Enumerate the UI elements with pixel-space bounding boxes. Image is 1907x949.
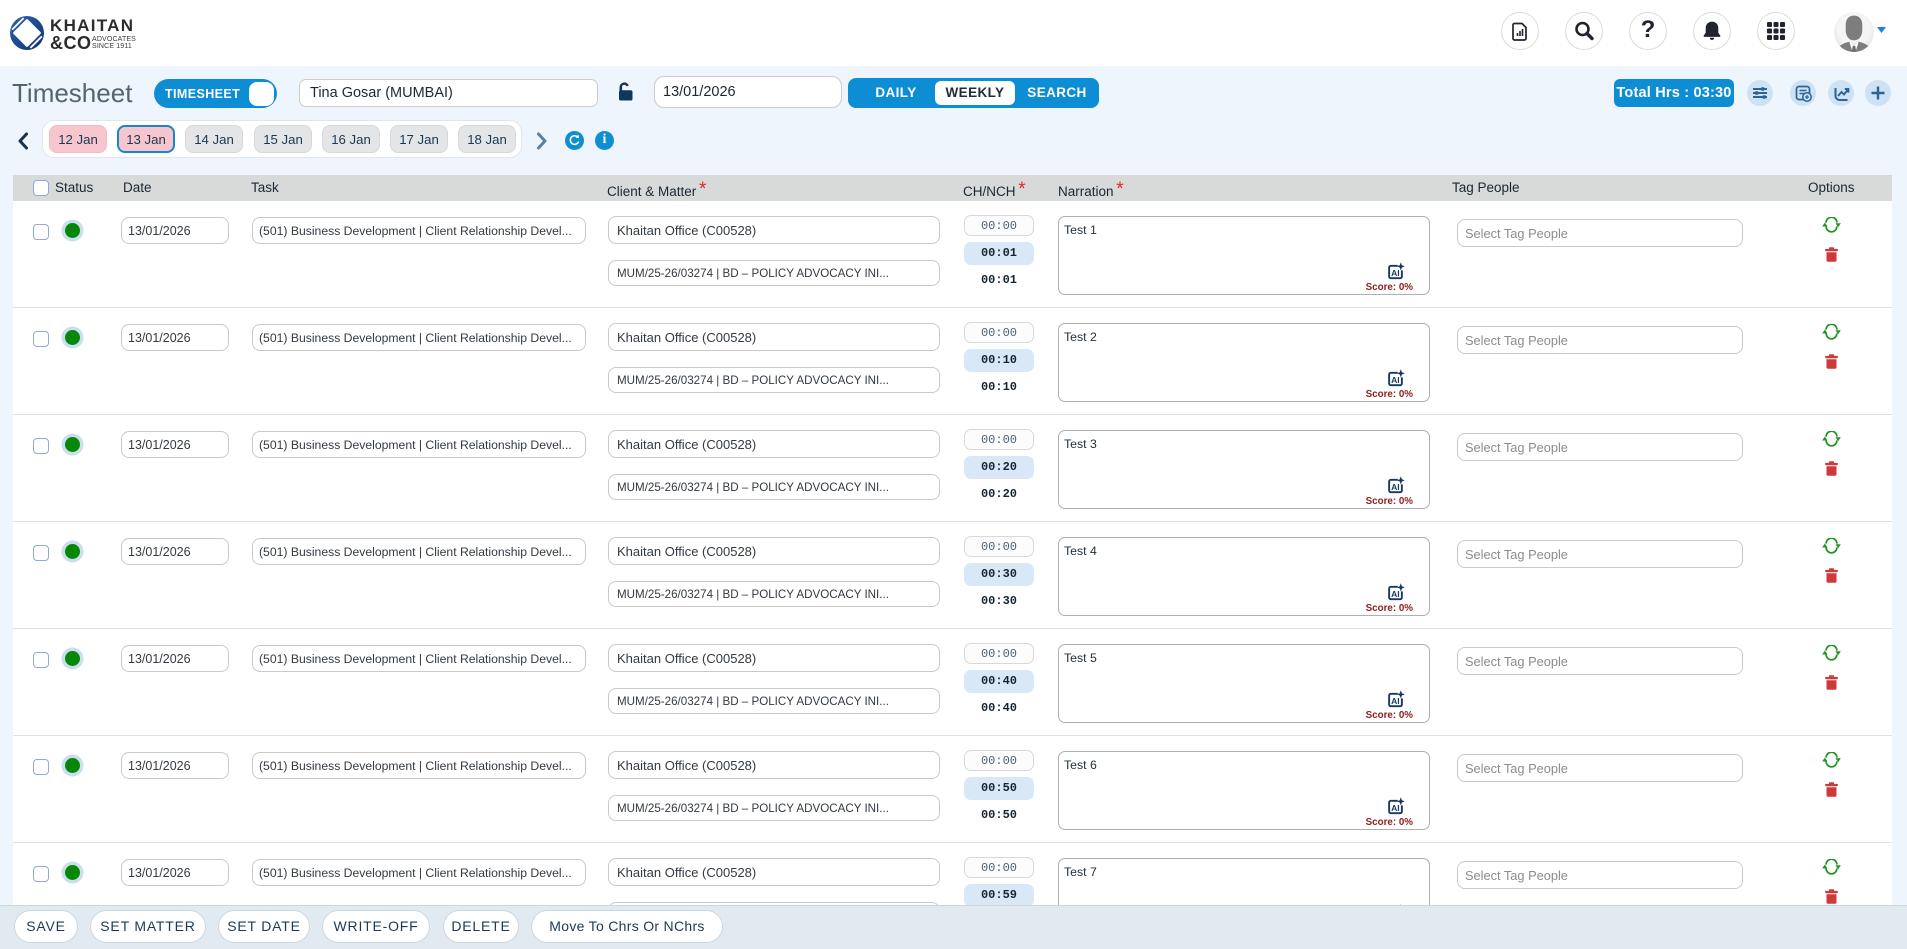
svg-text:AI: AI	[1391, 696, 1400, 706]
svg-text:AI: AI	[1391, 589, 1400, 599]
svg-text:AI: AI	[1391, 268, 1400, 278]
svg-text:AI: AI	[1391, 375, 1400, 385]
svg-text:AI: AI	[1391, 803, 1400, 813]
svg-text:AI: AI	[1391, 482, 1400, 492]
